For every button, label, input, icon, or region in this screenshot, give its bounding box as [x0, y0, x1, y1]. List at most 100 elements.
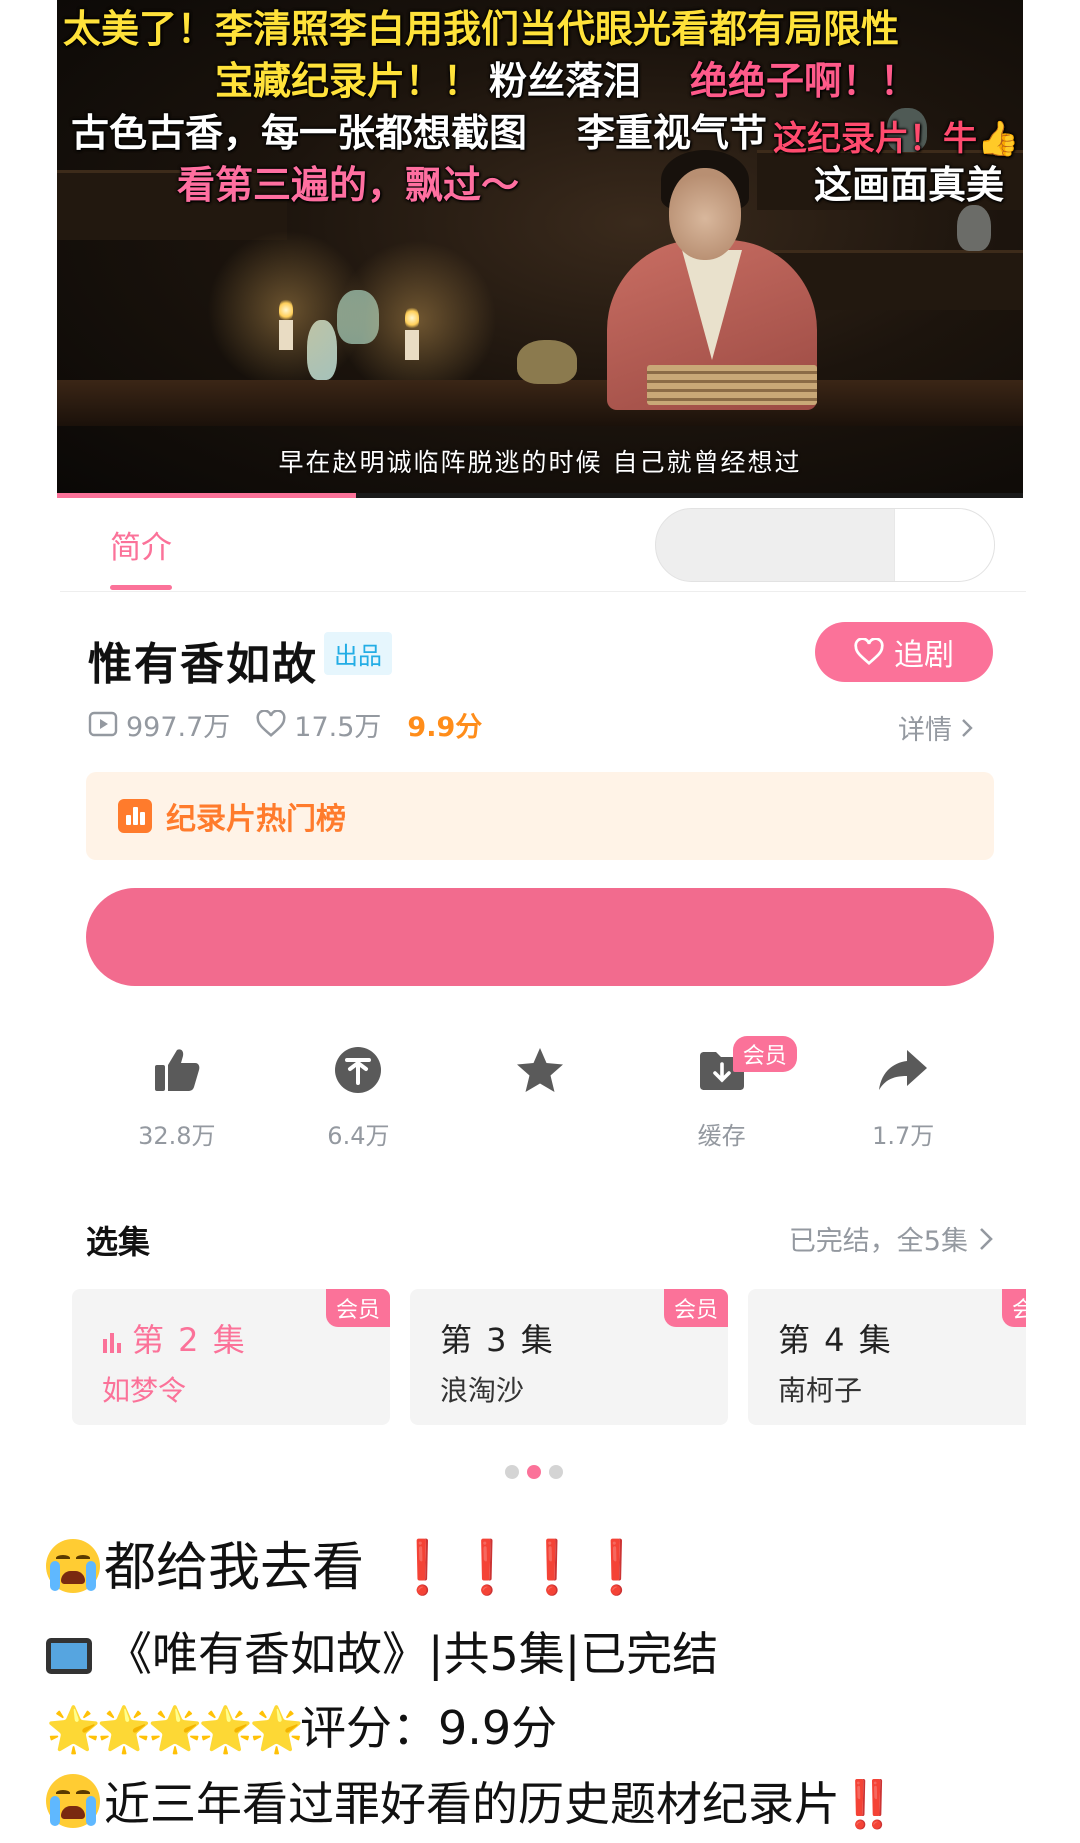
cache-button[interactable]: 缓存 会员 [631, 1036, 813, 1150]
coin-count: 6.4万 [327, 1122, 390, 1150]
heart-icon [854, 638, 884, 666]
like-count: 32.8万 [138, 1122, 216, 1150]
episode-number-text: 第 2 集 [132, 1321, 247, 1359]
episode-number: 第 2 集 [102, 1315, 247, 1361]
books-stack [647, 365, 817, 405]
vip-tag: 会员 [325, 1289, 390, 1327]
vip-banner[interactable] [86, 888, 994, 986]
episode-header: 选集 已完结，全5集 [86, 1213, 994, 1261]
episode-name: 南柯子 [778, 1374, 863, 1407]
post-line-4: 近三年看过罪好看的历史题材纪录片‼️ [46, 1768, 897, 1834]
ranking-label: 纪录片热门榜 [166, 802, 346, 837]
video-title: 惟有香如故 [88, 639, 318, 690]
danmaku-line: 这纪录片！牛👍 [773, 119, 1020, 159]
candle [279, 320, 293, 350]
favorite-button[interactable] [449, 1038, 631, 1144]
tv-icon [46, 1638, 92, 1674]
episode-card[interactable]: 会员 第 3 集 浪淘沙 [410, 1289, 728, 1425]
page-dot [549, 1465, 563, 1479]
danmaku-line: 宝藏纪录片！！ [215, 59, 482, 103]
tab-active-indicator [110, 585, 172, 590]
favorites-count: 17.5万 [294, 711, 382, 743]
follow-button[interactable]: 追剧 [815, 622, 993, 682]
share-button[interactable]: 1.7万 [812, 1038, 994, 1150]
cache-label: 缓存 [697, 1122, 746, 1150]
post-line-1: 都给我去看 ❗❗❗❗ [46, 1525, 649, 1600]
danmaku-line: 这画面真美 [814, 163, 1005, 207]
danmaku-line: 太美了！李清照李白用我们当代眼光看都有局限性 [63, 7, 900, 51]
danmaku-line: 粉丝落泪 [489, 59, 642, 103]
episode-card[interactable]: 会员 第 2 集 如梦令 [72, 1289, 390, 1425]
page-dot-active [527, 1465, 541, 1479]
episode-number: 第 4 集 [778, 1321, 893, 1359]
post-line-1-text: 都给我去看 [104, 1538, 365, 1598]
video-player[interactable]: 太美了！李清照李白用我们当代眼光看都有局限性 宝藏纪录片！！ 粉丝落泪 绝绝子啊… [57, 0, 1023, 496]
vip-tag: 会员 [663, 1289, 728, 1327]
danmaku-line: 李重视气节 [577, 111, 768, 155]
post-line-2: 《唯有香如故》|共5集|已完结 [46, 1618, 718, 1684]
playing-bars-icon [103, 1333, 121, 1353]
tab-intro[interactable]: 简介 [110, 522, 172, 567]
exclamation-marks: ❗❗❗❗ [390, 1538, 649, 1598]
danmaku-send-button[interactable] [894, 509, 994, 581]
character-face [669, 168, 741, 260]
post-line-4-text: 近三年看过罪好看的历史题材纪录片 [104, 1777, 840, 1831]
episode-name: 如梦令 [102, 1374, 187, 1407]
thumbs-up-icon [154, 1049, 200, 1091]
follow-label: 追剧 [894, 638, 954, 673]
video-subtitle: 早在赵明诚临阵脱逃的时候 自己就曾经想过 [278, 448, 802, 477]
danmaku-input[interactable] [655, 508, 995, 582]
page-indicator [505, 1465, 563, 1479]
action-row: 32.8万 6.4万 缓存 会员 1.7万 [86, 1036, 994, 1150]
episode-number: 第 3 集 [440, 1321, 555, 1359]
views-stat: 997.7万 [88, 705, 230, 744]
episode-card[interactable]: 会员 第 4 集 南柯子 [748, 1289, 1026, 1425]
danmaku-line: 看第三遍的，飘过～ [177, 163, 520, 207]
chevron-right-icon [962, 718, 973, 737]
detail-label: 详情 [898, 715, 952, 746]
share-arrow-icon [879, 1050, 928, 1090]
coin-icon [335, 1047, 382, 1093]
page-dot [505, 1465, 519, 1479]
episode-list[interactable]: 会员 第 2 集 如梦令 会员 第 3 集 浪淘沙 会员 第 4 集 南柯子 [72, 1289, 1026, 1427]
crying-face-icon [46, 1539, 100, 1593]
episode-section-title: 选集 [86, 1223, 151, 1261]
danmaku-line: 古色古香，每一张都想截图 [71, 111, 528, 155]
chevron-right-icon [980, 1227, 993, 1250]
producer-badge: 出品 [324, 632, 392, 675]
detail-link[interactable]: 详情 [898, 708, 974, 747]
like-button[interactable]: 32.8万 [86, 1038, 268, 1150]
post-line-3-text: 评分：9.9分 [299, 1701, 558, 1755]
favorites-stat: 17.5万 [256, 705, 381, 744]
vip-tag: 会员 [732, 1036, 797, 1072]
star-icon [516, 1048, 563, 1092]
desk [57, 380, 1023, 426]
flame [279, 298, 293, 322]
vase [957, 205, 991, 251]
chart-icon [118, 799, 152, 833]
double-exclamation-mark: ‼️ [840, 1777, 898, 1831]
share-count: 1.7万 [872, 1122, 935, 1150]
episode-name: 浪淘沙 [440, 1374, 525, 1407]
stars-icon: 🌟🌟🌟🌟🌟 [46, 1704, 304, 1755]
candle [405, 330, 419, 360]
post-line-3: 🌟🌟🌟🌟🌟评分：9.9分 [46, 1692, 557, 1758]
ranking-banner[interactable]: 纪录片热门榜 [86, 772, 994, 860]
video-progress-fill [57, 493, 357, 498]
post-line-2-text: 《唯有香如故》|共5集|已完结 [106, 1627, 719, 1681]
play-count-icon [88, 711, 118, 737]
coin-button[interactable]: 6.4万 [268, 1038, 450, 1150]
stats-row: 997.7万 17.5万 9.9分 [88, 704, 508, 744]
video-progress-bar[interactable] [57, 493, 1023, 498]
flame [405, 306, 419, 330]
incense-burner [517, 340, 577, 384]
episode-status-link[interactable]: 已完结，全5集 [789, 1219, 994, 1258]
vip-tag: 会员 [1001, 1289, 1026, 1327]
episode-status: 已完结，全5集 [788, 1226, 968, 1257]
score-value: 9.9分 [407, 711, 483, 743]
views-count: 997.7万 [126, 711, 231, 743]
heart-outline-icon [256, 710, 286, 737]
crying-face-icon [46, 1774, 100, 1828]
danmaku-line: 绝绝子啊！！ [690, 59, 919, 103]
tab-bar: 简介 [60, 500, 1026, 592]
